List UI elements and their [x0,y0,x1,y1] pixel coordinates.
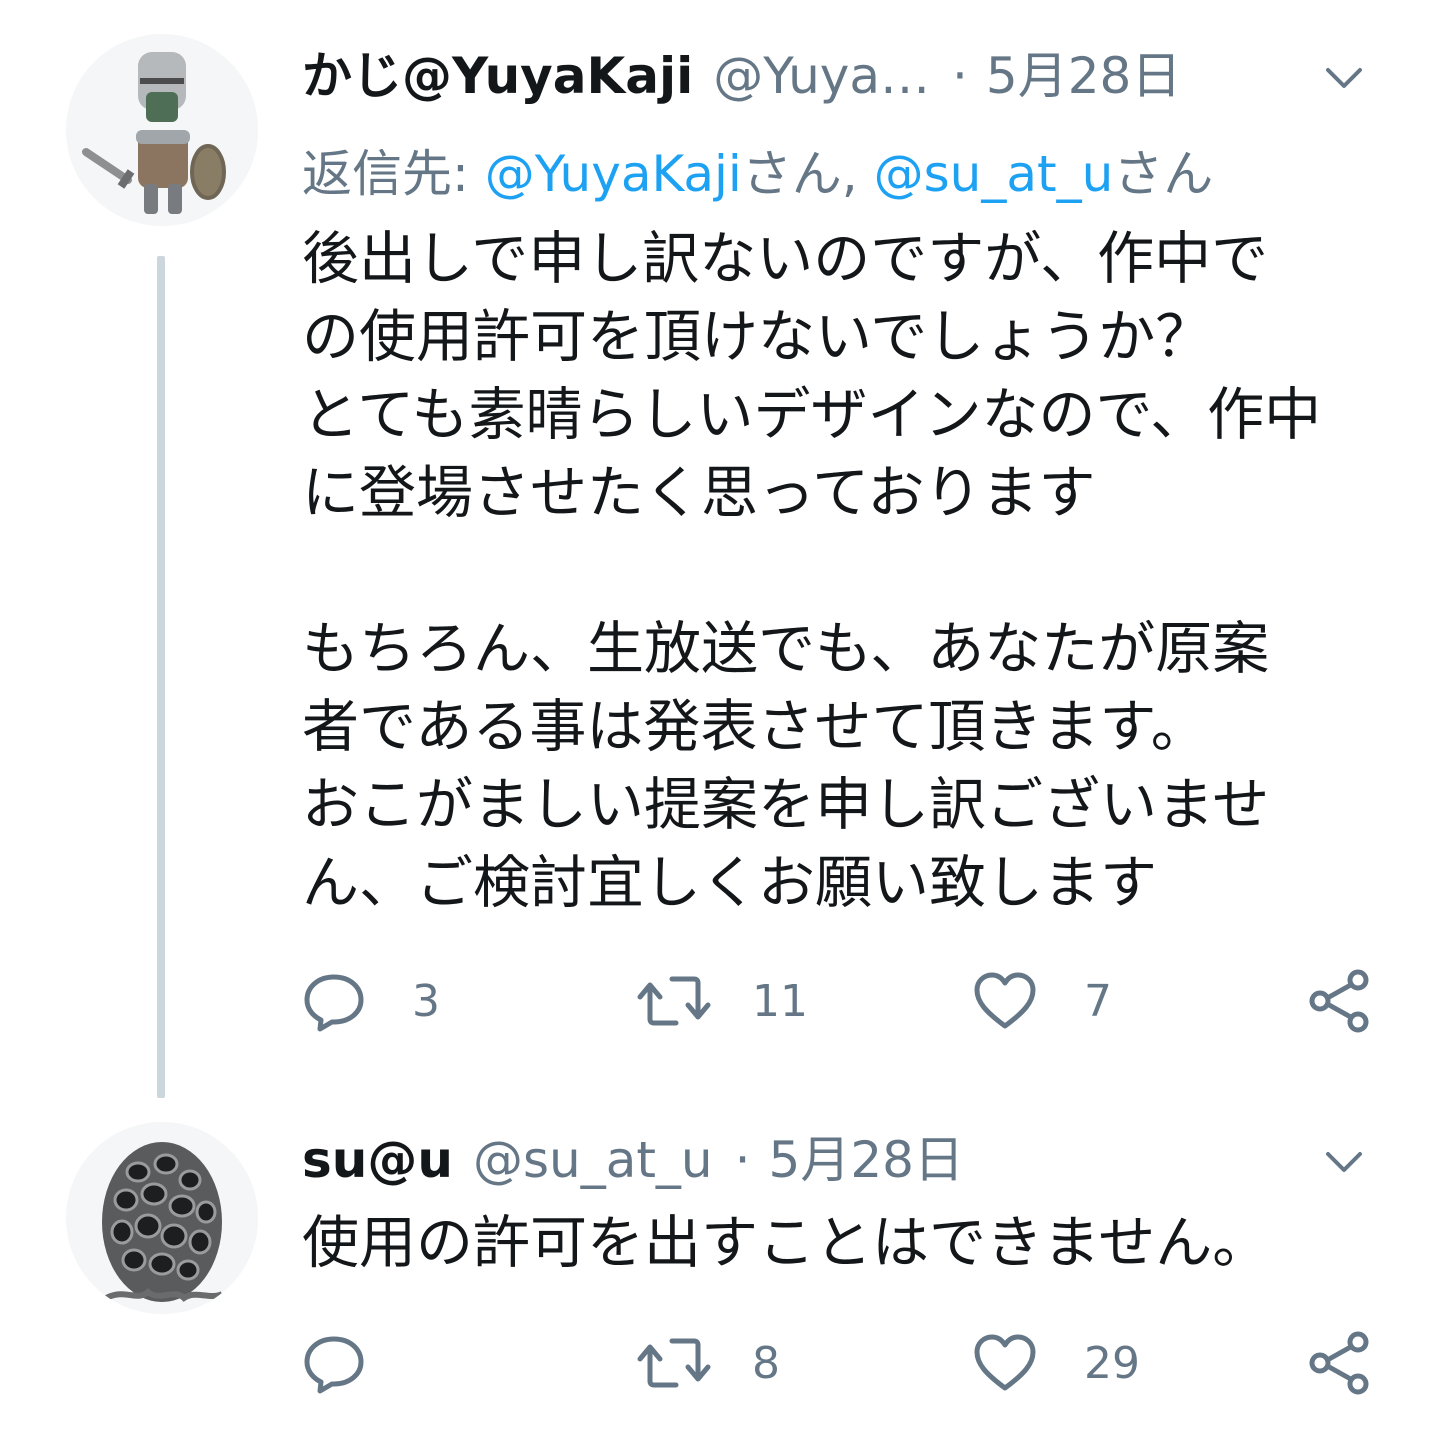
tweet-header: かじ@YuyaKaji @Yuya… · 5月28日 [302,46,1372,106]
separator-dot: · [734,1131,751,1189]
tweet-date[interactable]: 5月28日 [769,1130,964,1190]
heart-icon [974,972,1036,1029]
mention-link[interactable]: @YuyaKaji [485,145,742,203]
retweet-icon [637,976,711,1026]
tweet-text-line [302,532,1392,610]
reply-to-line: 返信先: @YuyaKajiさん, @su_at_uさん [302,144,1213,204]
chevron-down-icon[interactable] [1322,1140,1366,1184]
tweet-header: su@u @su_at_u · 5月28日 [302,1130,1372,1190]
lattice-egg-creature-avatar-icon [66,1122,258,1314]
tweet-actions: 8 29 [302,1328,1376,1398]
tweet-text: 使用の許可を出すことはできません。 [302,1204,1392,1282]
like-button[interactable]: 7 [972,966,1112,1036]
reply-bubble-icon [304,1336,364,1394]
author-handle[interactable]: @su_at_u [473,1130,713,1190]
tweet-date[interactable]: 5月28日 [986,46,1181,106]
tweet-text-line: ん、ご検討宜しくお願い致します [302,850,1157,916]
reply-count [412,1338,426,1389]
reply-to-suffix: さん [1113,145,1214,203]
retweet-button[interactable]: 11 [636,966,808,1036]
share-icon [1309,969,1369,1033]
share-button[interactable] [1306,966,1372,1036]
tweet-text-line: おこがましい提案を申し訳ございませ [302,772,1270,838]
author-name[interactable]: かじ@YuyaKaji [302,46,693,106]
separator-dot: · [952,47,968,105]
like-count: 7 [1084,975,1112,1027]
tweet-text-line: とても素晴らしいデザインなので、作中 [302,382,1322,448]
tweet-text-line: の使用許可を頂けないでしょうか？ [302,304,1213,370]
heart-icon [974,1334,1036,1391]
share-button[interactable] [1306,1328,1372,1398]
tweet-2[interactable]: su@u @su_at_u · 5月28日 使用の許可を出すことはできません。 … [0,1100,1436,1438]
author-name[interactable]: su@u [302,1130,453,1190]
tweet-1[interactable]: かじ@YuyaKaji @Yuya… · 5月28日 返信先: @YuyaKaj… [0,0,1436,1100]
tweet-actions: 3 11 7 [302,966,1376,1036]
retweet-count: 11 [752,975,808,1027]
retweet-icon [637,1338,711,1388]
thread-line [157,256,165,1098]
avatar[interactable] [66,34,258,226]
chevron-down-icon[interactable] [1322,56,1366,100]
tweet-text-line: もちろん、生放送でも、あなたが原案 [302,616,1270,682]
armored-knight-avatar-icon [66,34,258,226]
reply-button[interactable] [302,1328,426,1398]
reply-count: 3 [412,975,440,1027]
tweet-text-line: 後出しで申し訳ないのですが、作中で [302,226,1269,292]
tweet-text-line: に登場させたく思っております [302,460,1096,526]
retweet-count: 8 [752,1337,780,1389]
reply-button[interactable]: 3 [302,966,440,1036]
mention-link[interactable]: @su_at_u [874,145,1114,203]
tweet-text-line: 者である事は発表させて頂きます。 [302,694,1208,760]
retweet-button[interactable]: 8 [636,1328,780,1398]
reply-bubble-icon [304,974,364,1032]
tweet-text-line: 使用の許可を出すことはできません。 [302,1210,1270,1276]
avatar[interactable] [66,1122,258,1314]
author-handle[interactable]: @Yuya… [713,46,930,106]
reply-to-prefix: 返信先: [302,145,485,203]
like-button[interactable]: 29 [972,1328,1140,1398]
reply-to-suffix: さん, [741,145,874,203]
share-icon [1309,1331,1369,1395]
tweet-text: 後出しで申し訳ないのですが、作中で の使用許可を頂けないでしょうか？ とても素晴… [302,220,1392,922]
like-count: 29 [1084,1337,1140,1389]
